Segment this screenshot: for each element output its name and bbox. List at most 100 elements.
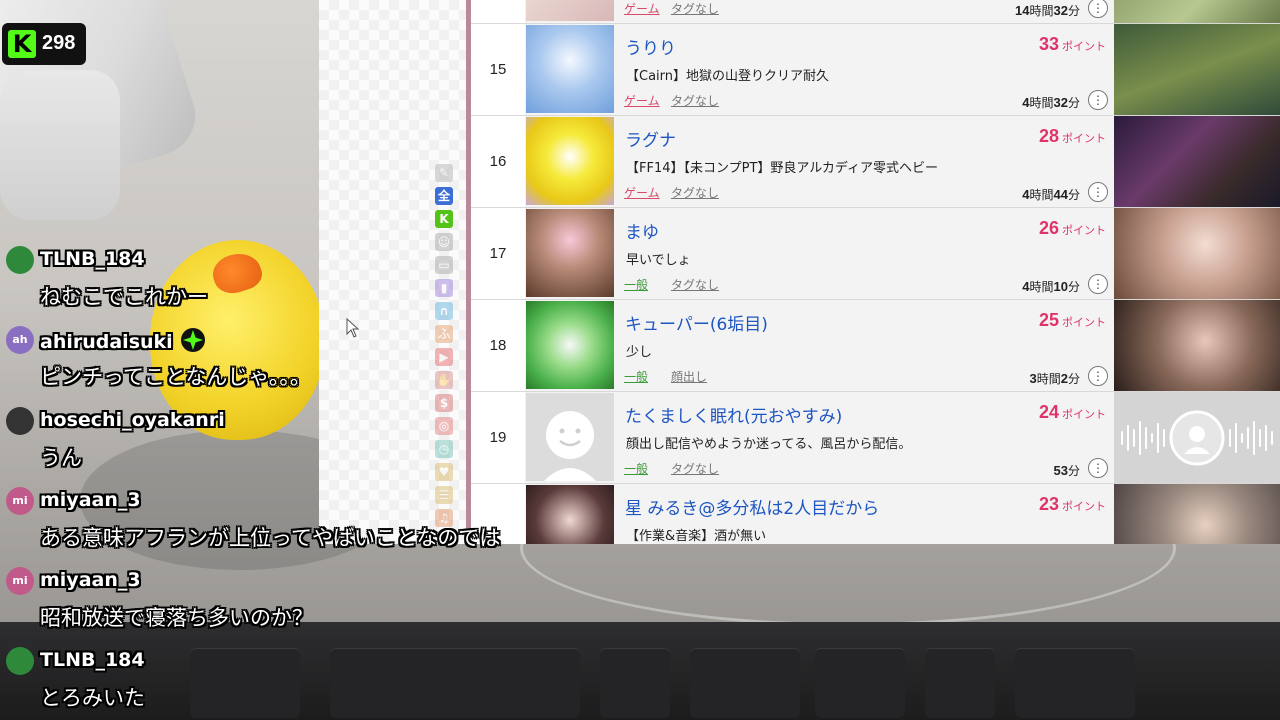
tags-link[interactable]: タグなし: [671, 0, 719, 17]
stream-duration: 4時間44分: [1022, 187, 1080, 202]
all-icon[interactable]: 全: [435, 187, 453, 205]
chat-text: ピンチってことなんじゃ。。。: [40, 365, 311, 389]
stream-duration: 4時間32分: [1022, 95, 1080, 110]
stream-thumbnail[interactable]: [1114, 0, 1280, 23]
stream-duration: 14時間32分: [1015, 3, 1080, 18]
lamp-head: [0, 70, 120, 220]
fire-icon[interactable]: ふ: [435, 325, 453, 343]
streamer-name[interactable]: ラグナ: [625, 126, 676, 151]
keyboard-key: [925, 648, 995, 718]
dollar-icon[interactable]: $: [435, 394, 453, 412]
chat-text: うん: [40, 446, 82, 470]
stream-title: 顔出し配信やめようか迷ってる、風呂から配信。: [626, 437, 912, 452]
tags-link[interactable]: タグなし: [671, 276, 719, 293]
keyboard-key: [1015, 648, 1135, 718]
streamer-name[interactable]: たくましく眠れ(元おやすみ): [625, 402, 842, 427]
category-link[interactable]: ゲーム: [624, 0, 660, 17]
more-menu-icon[interactable]: ⋮: [1088, 90, 1108, 110]
kick-logo-icon: K: [8, 30, 36, 58]
left-pane: ✎ 全 K ☺ ▭ ▮ ∩ ふ ▶ ✋ $ ◎ ◷ ♥ ☰ ♫: [319, 0, 466, 544]
audio-waveform-thumbnail[interactable]: [1114, 392, 1280, 483]
rank-number: 16: [471, 116, 525, 207]
stream-thumbnail[interactable]: [1114, 24, 1280, 115]
subscriber-badge-icon: [180, 328, 205, 352]
points: 26 ポイント: [1038, 218, 1106, 238]
points: 28 ポイント: [1038, 126, 1106, 146]
stream-info: ゲーム タグなし 14時間32分 ⋮: [525, 0, 1114, 23]
stream-duration: 4時間10分: [1022, 279, 1080, 294]
stream-thumbnail[interactable]: [1114, 116, 1280, 207]
category-link[interactable]: 一般: [624, 368, 648, 385]
keyboard-key: [190, 648, 300, 718]
ranking-row[interactable]: 18 キューパー(6垢目) 25 ポイント 少し 一般 顔出し 3時間2分 ⋮: [471, 300, 1280, 392]
more-menu-icon[interactable]: ⋮: [1088, 458, 1108, 478]
more-menu-icon[interactable]: ⋮: [1088, 366, 1108, 386]
user-avatar: ah: [6, 326, 34, 354]
more-menu-icon[interactable]: ⋮: [1088, 274, 1108, 294]
ranking-row[interactable]: 星 みるき@多分私は2人目だから 23 ポイント 【作業&音楽】酒が無い: [471, 484, 1280, 544]
headset-icon[interactable]: ∩: [435, 302, 453, 320]
more-menu-icon[interactable]: ⋮: [1088, 0, 1108, 18]
points: 24 ポイント: [1038, 402, 1106, 422]
stream-title: 【FF14】【未コンプPT】野良アルカディア零式ヘビー: [626, 161, 938, 176]
rank-number: 19: [471, 392, 525, 483]
hand-icon[interactable]: ✋: [435, 371, 453, 389]
clock-icon[interactable]: ◷: [435, 440, 453, 458]
person-icon[interactable]: ☺: [435, 233, 453, 251]
streamer-name[interactable]: キューパー(6垢目): [625, 310, 768, 335]
stream-thumbnail[interactable]: [1114, 208, 1280, 299]
rank-number: 17: [471, 208, 525, 299]
ranking-row[interactable]: 16 ラグナ 28 ポイント 【FF14】【未コンプPT】野良アルカディア零式ヘビ…: [471, 116, 1280, 208]
category-link[interactable]: ゲーム: [624, 92, 660, 109]
ranking-window: ✎ 全 K ☺ ▭ ▮ ∩ ふ ▶ ✋ $ ◎ ◷ ♥ ☰ ♫ ゲーム タグなし…: [319, 0, 1280, 544]
chat-username: TLNB_184: [40, 649, 145, 671]
stream-info: たくましく眠れ(元おやすみ) 24 ポイント 顔出し配信やめようか迷ってる、風呂か…: [525, 392, 1114, 483]
rank-number: [471, 0, 525, 23]
default-avatar-icon: [526, 393, 614, 481]
stream-info: うりり 33 ポイント 【Cairn】地獄の山登りクリア耐久 ゲーム タグなし 4…: [525, 24, 1114, 115]
user-avatar: mi: [6, 567, 34, 595]
tags-link[interactable]: タグなし: [671, 184, 719, 201]
points: 23 ポイント: [1038, 494, 1106, 514]
chat-username: ahirudaisuki: [40, 328, 205, 353]
streamer-avatar: [526, 25, 614, 113]
chat-username: hosechi_oyakanri: [40, 409, 225, 431]
pin-icon[interactable]: ♥: [435, 463, 453, 481]
streamer-avatar: [526, 117, 614, 205]
streamer-name[interactable]: まゆ: [625, 218, 659, 243]
keyboard-key: [690, 648, 800, 718]
category-link[interactable]: 一般: [624, 276, 648, 293]
bars-icon[interactable]: ☰: [435, 486, 453, 504]
ranking-row[interactable]: 15 うりり 33 ポイント 【Cairn】地獄の山登りクリア耐久 ゲーム タグな…: [471, 24, 1280, 116]
edit-icon[interactable]: ✎: [435, 164, 453, 182]
youtube-icon[interactable]: ▶: [435, 348, 453, 366]
ranking-row[interactable]: 19 たくましく眠れ(元おやすみ) 24 ポイント 顔出し配信やめようか迷ってる、…: [471, 392, 1280, 484]
stream-thumbnail[interactable]: [1114, 484, 1280, 544]
chat-text: とろみいた: [40, 686, 145, 710]
chat-text: 昭和放送で寝落ち多いのか？: [40, 606, 313, 630]
category-link[interactable]: 一般: [624, 460, 648, 477]
target-icon[interactable]: ◎: [435, 417, 453, 435]
ranking-row[interactable]: ゲーム タグなし 14時間32分 ⋮: [471, 0, 1280, 24]
tags-link[interactable]: タグなし: [671, 92, 719, 109]
keyboard-key: [815, 648, 905, 718]
stream-thumbnail[interactable]: [1114, 300, 1280, 391]
more-menu-icon[interactable]: ⋮: [1088, 182, 1108, 202]
mouse-cursor-icon: [346, 318, 360, 338]
streamer-avatar: [526, 209, 614, 297]
category-link[interactable]: ゲーム: [624, 184, 660, 201]
tags-link[interactable]: タグなし: [671, 460, 719, 477]
streamer-name[interactable]: 星 みるき@多分私は2人目だから: [625, 494, 879, 519]
user-avatar: [6, 647, 34, 675]
kick-icon[interactable]: K: [435, 210, 453, 228]
user-avatar: [6, 407, 34, 435]
stream-title: 【Cairn】地獄の山登りクリア耐久: [626, 69, 830, 84]
ranking-row[interactable]: 17 まゆ 26 ポイント 早いでしょ 一般 タグなし 4時間10分 ⋮: [471, 208, 1280, 300]
stream-title: 【作業&音楽】酒が無い: [626, 529, 767, 544]
keyboard-key: [330, 648, 580, 718]
keyboard-key: [600, 648, 670, 718]
tv-icon[interactable]: ▭: [435, 256, 453, 274]
streamer-name[interactable]: うりり: [625, 34, 676, 59]
twitch-icon[interactable]: ▮: [435, 279, 453, 297]
tags-link[interactable]: 顔出し: [671, 368, 707, 385]
